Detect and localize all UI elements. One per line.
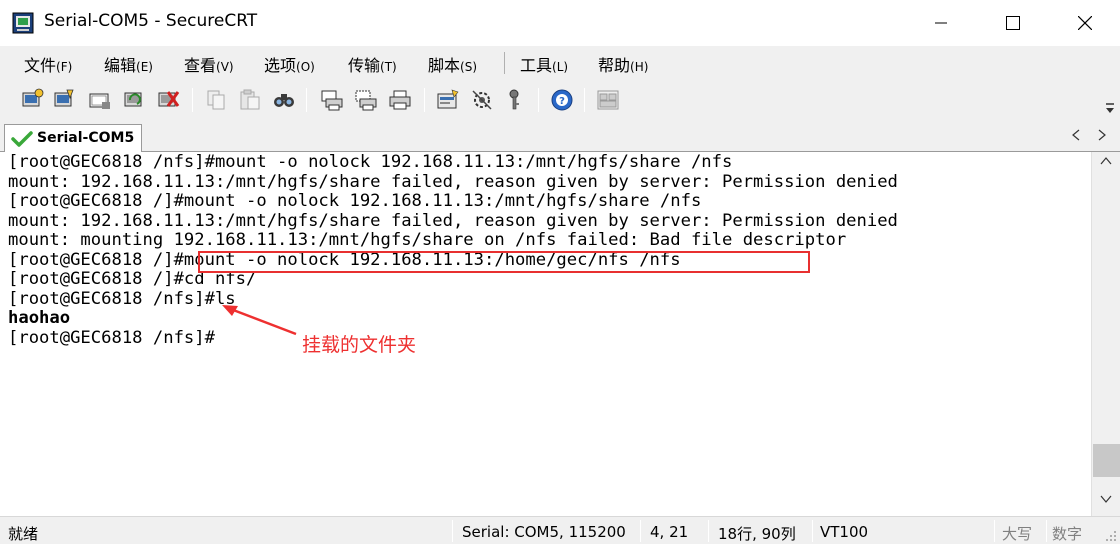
print-screen-icon[interactable] — [320, 88, 344, 112]
terminal-line: mount: 192.168.11.13:/mnt/hgfs/share fai… — [8, 171, 898, 192]
maximize-button[interactable] — [978, 0, 1048, 46]
paste-icon[interactable] — [238, 88, 262, 112]
menu-transfer-accel: (T) — [380, 60, 397, 74]
menu-tools-label: 工具 — [520, 56, 553, 75]
status-divider — [812, 520, 813, 542]
toolbar-separator — [306, 88, 307, 112]
menu-help-accel: (H) — [630, 60, 649, 74]
menu-options-accel: (O) — [296, 60, 315, 74]
toolbar: ? — [0, 80, 1120, 120]
menu-file-accel: (F) — [56, 60, 73, 74]
menu-edit[interactable]: 编辑(E) — [104, 52, 153, 76]
toolbar-separator — [424, 88, 425, 112]
menu-file-label: 文件 — [24, 56, 57, 75]
print-selection-icon[interactable] — [354, 88, 378, 112]
status-connection: Serial: COM5, 115200 — [462, 523, 626, 541]
annotation-label: 挂载的文件夹 — [302, 334, 417, 356]
menu-separator — [504, 52, 505, 74]
help-icon[interactable]: ? — [550, 88, 574, 112]
status-ready: 就绪 — [8, 525, 39, 543]
status-divider — [1046, 520, 1047, 542]
checkmark-icon — [11, 131, 33, 147]
terminal-line: [root@GEC6818 /nfs]#mount -o nolock 192.… — [8, 152, 733, 172]
terminal-line: mount: mounting 192.168.11.13:/mnt/hgfs/… — [8, 230, 847, 250]
status-divider — [640, 520, 641, 542]
highlight-box — [198, 251, 810, 273]
terminal-output[interactable]: [root@GEC6818 /nfs]#mount -o nolock 192.… — [0, 152, 1091, 516]
menu-view-accel: (V) — [216, 60, 234, 74]
status-cursor-position: 4, 21 — [650, 523, 689, 541]
securecrt-app-icon — [12, 12, 34, 34]
menu-options-label: 选项 — [264, 56, 297, 75]
menu-script-accel: (S) — [460, 60, 477, 74]
print-icon[interactable] — [388, 88, 412, 112]
toolbar-separator — [538, 88, 539, 112]
toolbar-separator — [584, 88, 585, 112]
tab-scroll-right-icon[interactable] — [1096, 128, 1108, 142]
minimize-button[interactable] — [906, 0, 976, 46]
svg-text:?: ? — [559, 96, 565, 107]
terminal-line: [root@GEC6818 /nfs]#ls — [8, 288, 236, 309]
menu-help[interactable]: 帮助(H) — [598, 52, 648, 76]
toolbar-separator — [192, 88, 193, 112]
tab-serial-com5[interactable]: Serial-COM5 — [4, 124, 142, 152]
scrollbar-thumb[interactable] — [1093, 444, 1120, 477]
status-bar: 就绪 Serial: COM5, 115200 4, 21 18行, 90列 V… — [0, 516, 1120, 544]
status-terminal-size: 18行, 90列 — [718, 525, 796, 543]
resize-grip-icon[interactable] — [1104, 529, 1118, 543]
tile-windows-icon[interactable] — [596, 88, 620, 112]
status-num-lock: 数字 — [1052, 525, 1083, 543]
copy-icon[interactable] — [204, 88, 228, 112]
connect-icon[interactable] — [20, 88, 44, 112]
menu-file[interactable]: 文件(F) — [24, 52, 72, 76]
menu-help-label: 帮助 — [598, 56, 631, 75]
menu-transfer[interactable]: 传输(T) — [348, 52, 397, 76]
close-button[interactable] — [1050, 0, 1120, 46]
minimize-icon — [935, 22, 947, 24]
menu-view[interactable]: 查看(V) — [184, 52, 234, 76]
menu-script-label: 脚本 — [428, 56, 461, 75]
status-emulation: VT100 — [820, 523, 869, 541]
connect-in-tab-icon[interactable] — [88, 88, 112, 112]
disconnect-icon[interactable] — [156, 88, 180, 112]
vertical-scrollbar[interactable] — [1091, 152, 1120, 516]
annotation-arrow-icon — [222, 305, 297, 336]
terminal-line-directory: haohao — [8, 308, 71, 328]
status-caps-lock: 大写 — [1002, 525, 1033, 543]
scroll-down-icon[interactable] — [1100, 494, 1112, 504]
scroll-up-icon[interactable] — [1100, 156, 1112, 166]
menu-script[interactable]: 脚本(S) — [428, 52, 477, 76]
window-title: Serial-COM5 - SecureCRT — [44, 11, 258, 31]
status-divider — [994, 520, 995, 542]
menu-tools[interactable]: 工具(L) — [520, 52, 568, 76]
find-icon[interactable] — [272, 88, 296, 112]
menu-view-label: 查看 — [184, 56, 217, 75]
menu-options[interactable]: 选项(O) — [264, 52, 315, 76]
toolbar-overflow-icon[interactable] — [1104, 100, 1116, 116]
menu-bar: 文件(F) 编辑(E) 查看(V) 选项(O) 传输(T) 脚本(S) 工具(L… — [0, 46, 1120, 80]
title-bar[interactable]: Serial-COM5 - SecureCRT — [0, 0, 1120, 46]
menu-tools-accel: (L) — [552, 60, 569, 74]
menu-edit-label: 编辑 — [104, 56, 137, 75]
tab-scroll-left-icon[interactable] — [1070, 128, 1082, 142]
tab-label: Serial-COM5 — [37, 130, 135, 146]
terminal-line: [root@GEC6818 /]#mount -o nolock 192.168… — [8, 191, 702, 211]
keymap-icon[interactable] — [502, 88, 526, 112]
maximize-icon — [1006, 16, 1020, 30]
quick-connect-icon[interactable] — [52, 88, 76, 112]
close-icon — [1078, 16, 1092, 30]
terminal-line: mount: 192.168.11.13:/mnt/hgfs/share fai… — [8, 210, 898, 231]
global-options-icon[interactable] — [470, 88, 494, 112]
status-divider — [452, 520, 453, 542]
reconnect-icon[interactable] — [122, 88, 146, 112]
session-tab-bar: Serial-COM5 — [0, 120, 1120, 152]
menu-transfer-label: 传输 — [348, 56, 381, 75]
status-divider — [708, 520, 709, 542]
terminal-prompt-line: [root@GEC6818 /nfs]# — [8, 327, 215, 348]
menu-edit-accel: (E) — [136, 60, 153, 74]
session-options-icon[interactable] — [436, 88, 460, 112]
